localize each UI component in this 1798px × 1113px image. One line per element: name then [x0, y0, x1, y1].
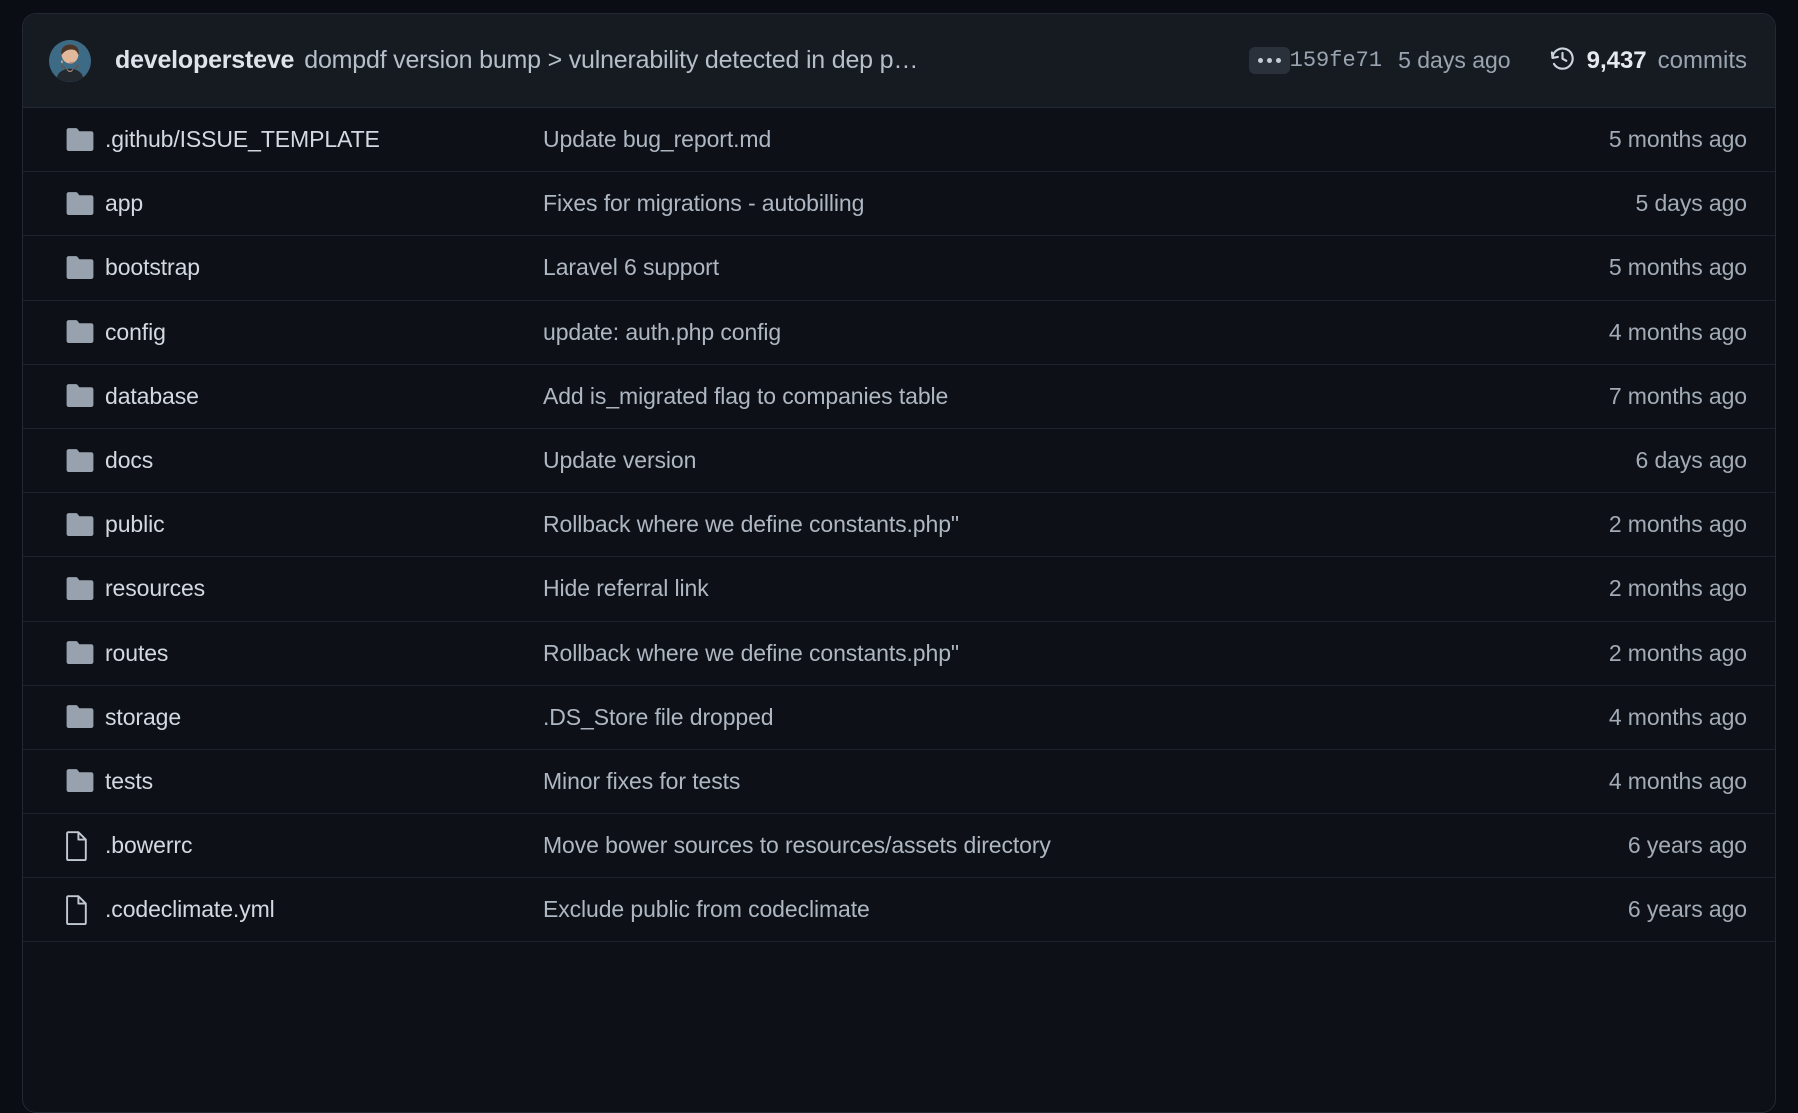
file-name[interactable]: .bowerrc	[105, 832, 543, 859]
folder-icon	[49, 383, 105, 409]
commit-meta: 159fe71 5 days ago 9,437 commits	[1290, 45, 1747, 77]
file-row[interactable]: docs Update version 6 days ago	[23, 428, 1775, 494]
commit-message-expand-button[interactable]	[1248, 47, 1290, 74]
file-row[interactable]: public Rollback where we define constants…	[23, 493, 1775, 558]
file-name[interactable]: docs	[105, 447, 543, 474]
file-row[interactable]: bootstrap Laravel 6 support 5 months ago	[23, 236, 1775, 301]
folder-icon	[49, 319, 105, 345]
file-commit-time: 7 months ago	[1608, 382, 1747, 409]
file-commit-message[interactable]: Hide referral link	[543, 575, 1447, 602]
file-commit-time: 4 months ago	[1608, 318, 1747, 345]
file-commit-time: 2 months ago	[1608, 575, 1747, 602]
file-commit-message[interactable]: Rollback where we define constants.php"	[543, 511, 1447, 538]
file-commit-message[interactable]: Laravel 6 support	[543, 254, 1447, 281]
ellipsis-dot-icon	[1275, 58, 1281, 63]
file-commit-message[interactable]: .DS_Store file dropped	[543, 704, 1447, 731]
file-commit-message[interactable]: Minor fixes for tests	[543, 768, 1447, 795]
commit-sha[interactable]: 159fe71	[1290, 48, 1382, 73]
file-commit-time: 6 years ago	[1627, 896, 1747, 923]
file-commit-time: 4 months ago	[1608, 703, 1747, 730]
folder-icon	[49, 191, 105, 217]
folder-icon	[49, 768, 105, 794]
file-commit-time: 5 months ago	[1608, 126, 1747, 153]
file-name[interactable]: .github/ISSUE_TEMPLATE	[105, 126, 543, 153]
file-name[interactable]: routes	[105, 640, 543, 667]
commit-message[interactable]: dompdf version bump > vulnerability dete…	[304, 46, 924, 75]
file-commit-message[interactable]: Update version	[543, 447, 1447, 474]
folder-icon	[49, 255, 105, 281]
file-row[interactable]: .bowerrc Move bower sources to resources/…	[23, 814, 1775, 879]
file-name[interactable]: public	[105, 511, 543, 538]
folder-icon	[49, 512, 105, 538]
ellipsis-dot-icon	[1266, 58, 1272, 63]
file-commit-message[interactable]: Exclude public from codeclimate	[543, 896, 1447, 923]
file-commit-time: 5 days ago	[1635, 190, 1747, 217]
history-icon	[1549, 45, 1576, 77]
file-row[interactable]: tests Minor fixes for tests 4 months ago	[23, 749, 1775, 815]
file-commit-message[interactable]: Update bug_report.md	[543, 126, 1447, 153]
file-name[interactable]: .codeclimate.yml	[105, 896, 543, 923]
file-row[interactable]: config update: auth.php config 4 months ag…	[23, 300, 1775, 365]
file-commit-message[interactable]: Fixes for migrations - autobilling	[543, 190, 1447, 217]
file-row[interactable]: .github/ISSUE_TEMPLATE Update bug_report.…	[23, 108, 1775, 173]
file-commit-time: 2 months ago	[1608, 639, 1747, 666]
file-row[interactable]: .codeclimate.yml Exclude public from code…	[23, 878, 1775, 943]
file-row[interactable]: app Fixes for migrations - autobilling 5 d…	[23, 172, 1775, 237]
file-commit-time: 6 days ago	[1635, 447, 1747, 474]
commit-author[interactable]: developersteve	[115, 46, 294, 75]
file-name[interactable]: config	[105, 319, 543, 346]
file-commit-message[interactable]: Rollback where we define constants.php"	[543, 640, 1447, 667]
repository-file-explorer: developersteve dompdf version bump > vul…	[22, 13, 1776, 1113]
folder-icon	[49, 640, 105, 666]
ellipsis-dot-icon	[1257, 58, 1263, 63]
file-name[interactable]: app	[105, 190, 543, 217]
commits-count-label: commits	[1657, 46, 1747, 74]
folder-icon	[49, 576, 105, 602]
folder-icon	[49, 448, 105, 474]
folder-icon	[49, 704, 105, 730]
file-icon	[49, 830, 105, 861]
file-commit-message[interactable]: Move bower sources to resources/assets d…	[543, 832, 1447, 859]
avatar[interactable]	[49, 39, 91, 82]
commits-count-number: 9,437	[1586, 46, 1647, 74]
file-row[interactable]: resources Hide referral link 2 months ago	[23, 557, 1775, 622]
file-list: .github/ISSUE_TEMPLATE Update bug_report.…	[23, 108, 1775, 943]
file-name[interactable]: storage	[105, 704, 543, 731]
file-name[interactable]: tests	[105, 768, 543, 795]
file-commit-message[interactable]: Add is_migrated flag to companies table	[543, 383, 1447, 410]
file-name[interactable]: resources	[105, 575, 543, 602]
file-row[interactable]: database Add is_migrated flag to companie…	[23, 364, 1775, 429]
file-commit-time: 6 years ago	[1627, 832, 1747, 859]
commit-summary: developersteve dompdf version bump > vul…	[115, 46, 1235, 75]
commit-date: 5 days ago	[1398, 47, 1511, 73]
file-commit-time: 4 months ago	[1608, 767, 1747, 794]
folder-icon	[49, 127, 105, 153]
file-row[interactable]: storage .DS_Store file dropped 4 months ag…	[23, 685, 1775, 750]
file-commit-time: 5 months ago	[1608, 254, 1747, 281]
file-commit-time: 2 months ago	[1608, 511, 1747, 538]
file-name[interactable]: bootstrap	[105, 254, 543, 281]
latest-commit-header: developersteve dompdf version bump > vul…	[23, 14, 1775, 108]
file-commit-message[interactable]: update: auth.php config	[543, 319, 1447, 346]
commits-count-link[interactable]: 9,437 commits	[1549, 45, 1747, 77]
file-icon	[49, 895, 105, 925]
file-name[interactable]: database	[105, 383, 543, 410]
file-row[interactable]: routes Rollback where we define constants…	[23, 621, 1775, 686]
